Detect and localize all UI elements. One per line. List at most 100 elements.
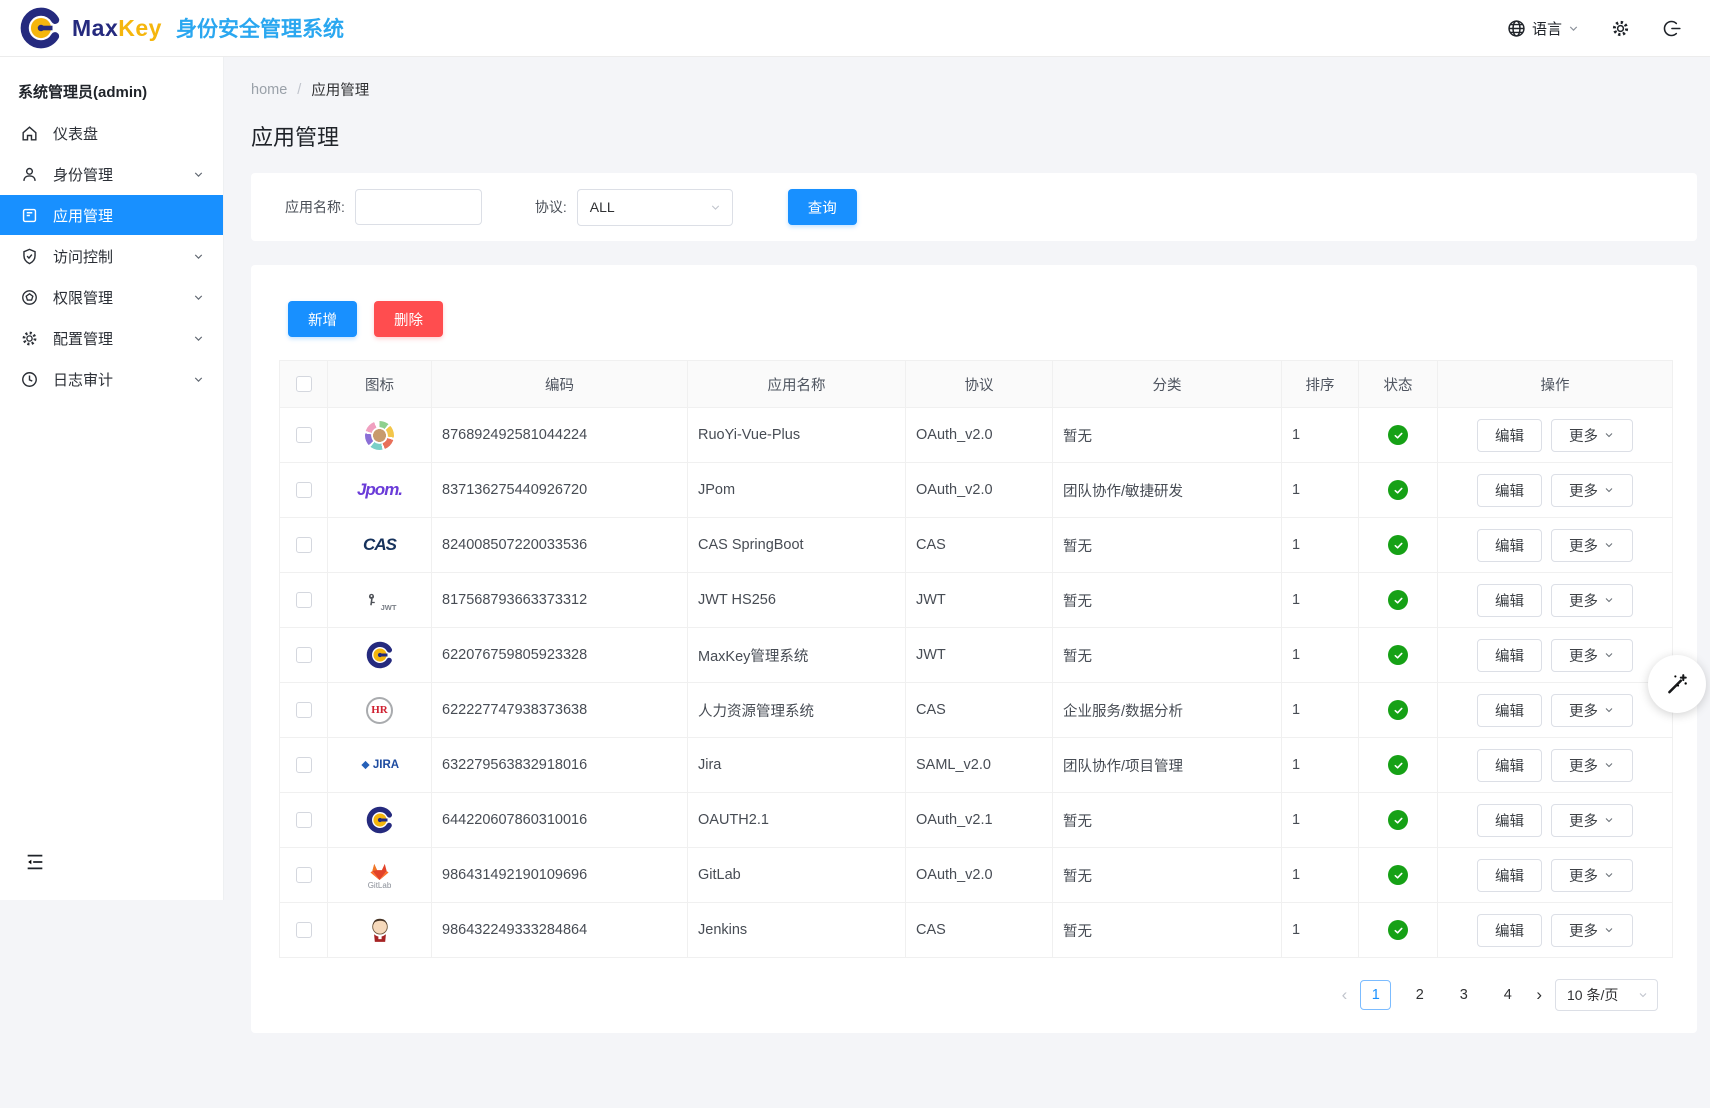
sidebar-item-apps[interactable]: 应用管理 — [0, 195, 223, 235]
app-name-input[interactable] — [355, 189, 482, 225]
edit-button[interactable]: 编辑 — [1477, 419, 1542, 452]
column-header: 状态 — [1359, 361, 1438, 408]
user-icon — [20, 165, 39, 184]
clock-icon — [20, 370, 39, 389]
app-header: MaxKey 身份安全管理系统 语言 — [0, 0, 1710, 57]
more-button[interactable]: 更多 — [1551, 529, 1633, 562]
settings-gear-icon[interactable] — [1610, 18, 1631, 39]
row-checkbox[interactable] — [296, 647, 312, 663]
more-button[interactable]: 更多 — [1551, 639, 1633, 672]
edit-button[interactable]: 编辑 — [1477, 474, 1542, 507]
row-checkbox[interactable] — [296, 592, 312, 608]
header-actions: 语言 — [1506, 18, 1682, 39]
app-name-label: 应用名称: — [285, 197, 345, 217]
row-checkbox[interactable] — [296, 427, 312, 443]
edit-button[interactable]: 编辑 — [1477, 749, 1542, 782]
row-checkbox[interactable] — [296, 702, 312, 718]
column-header: 操作 — [1438, 361, 1673, 408]
more-button[interactable]: 更多 — [1551, 914, 1633, 947]
more-button[interactable]: 更多 — [1551, 584, 1633, 617]
jwt-key-logo-icon: JWT — [363, 588, 397, 612]
app-protocol: JWT — [906, 628, 1053, 683]
chevron-down-icon — [192, 373, 205, 386]
more-button[interactable]: 更多 — [1551, 859, 1633, 892]
status-enabled-badge — [1388, 920, 1408, 940]
app-name: CAS SpringBoot — [688, 518, 906, 573]
next-page-button[interactable]: › — [1536, 985, 1542, 1005]
app-sort: 1 — [1282, 683, 1359, 738]
pagination: ‹ 1234 › 10 条/页 — [279, 979, 1658, 1011]
status-enabled-badge — [1388, 645, 1408, 665]
magic-wand-button[interactable] — [1648, 655, 1706, 713]
table-row: Jpom.837136275440926720JPomOAuth_v2.0团队协… — [280, 463, 1673, 518]
applications-table: 图标编码应用名称协议分类排序状态操作 876892492581044224Ruo… — [279, 360, 1673, 958]
language-switch[interactable]: 语言 — [1506, 18, 1580, 39]
app-icon — [20, 206, 39, 225]
edit-button[interactable]: 编辑 — [1477, 804, 1542, 837]
sidebar-item-access[interactable]: 访问控制 — [0, 236, 223, 276]
edit-button[interactable]: 编辑 — [1477, 529, 1542, 562]
breadcrumb: home / 应用管理 — [251, 79, 1697, 100]
add-button[interactable]: 新增 — [288, 301, 357, 337]
more-button[interactable]: 更多 — [1551, 419, 1633, 452]
edit-button[interactable]: 编辑 — [1477, 914, 1542, 947]
status-enabled-badge — [1388, 865, 1408, 885]
sidebar-item-identity[interactable]: 身份管理 — [0, 154, 223, 194]
filter-card: 应用名称: 协议: ALL 查询 — [251, 173, 1697, 241]
app-category: 暂无 — [1053, 518, 1282, 573]
edit-button[interactable]: 编辑 — [1477, 859, 1542, 892]
page-number-button[interactable]: 2 — [1404, 980, 1435, 1010]
page-number-button[interactable]: 4 — [1492, 980, 1523, 1010]
protocol-select[interactable]: ALL — [577, 189, 733, 226]
sidebar-item-config[interactable]: 配置管理 — [0, 318, 223, 358]
status-enabled-badge — [1388, 425, 1408, 445]
select-all-header — [280, 361, 328, 408]
row-checkbox[interactable] — [296, 757, 312, 773]
chevron-down-icon — [709, 201, 722, 214]
more-button[interactable]: 更多 — [1551, 694, 1633, 727]
more-button[interactable]: 更多 — [1551, 474, 1633, 507]
page-number-button[interactable]: 3 — [1448, 980, 1479, 1010]
chevron-down-icon — [1603, 869, 1615, 881]
column-header: 应用名称 — [688, 361, 906, 408]
more-button[interactable]: 更多 — [1551, 749, 1633, 782]
page-size-select[interactable]: 10 条/页 — [1555, 979, 1658, 1011]
shield-icon — [20, 247, 39, 266]
sidebar-item-dashboard[interactable]: 仪表盘 — [0, 113, 223, 153]
app-sort: 1 — [1282, 408, 1359, 463]
select-all-checkbox[interactable] — [296, 376, 312, 392]
row-checkbox[interactable] — [296, 922, 312, 938]
app-protocol: CAS — [906, 683, 1053, 738]
row-checkbox[interactable] — [296, 812, 312, 828]
chevron-down-icon — [1603, 704, 1615, 716]
page-number-button[interactable]: 1 — [1360, 980, 1391, 1010]
chevron-down-icon — [1567, 22, 1580, 35]
sidebar-item-audit[interactable]: 日志审计 — [0, 359, 223, 399]
chevron-down-icon — [1603, 814, 1615, 826]
app-code: 824008507220033536 — [432, 518, 688, 573]
sidebar-item-label: 日志审计 — [53, 369, 113, 390]
collapse-sidebar-button[interactable] — [24, 851, 46, 873]
edit-button[interactable]: 编辑 — [1477, 694, 1542, 727]
logout-icon[interactable] — [1661, 18, 1682, 39]
chevron-down-icon — [1603, 539, 1615, 551]
row-checkbox[interactable] — [296, 482, 312, 498]
search-button[interactable]: 查询 — [788, 189, 857, 225]
globe-icon — [1506, 18, 1527, 39]
breadcrumb-separator: / — [297, 82, 301, 98]
table-row: 986432249333284864JenkinsCAS暂无1编辑更多 — [280, 903, 1673, 958]
app-protocol: JWT — [906, 573, 1053, 628]
sidebar-item-permission[interactable]: 权限管理 — [0, 277, 223, 317]
row-checkbox[interactable] — [296, 867, 312, 883]
chevron-down-icon — [1603, 429, 1615, 441]
breadcrumb-home[interactable]: home — [251, 82, 287, 98]
delete-button[interactable]: 删除 — [374, 301, 443, 337]
edit-button[interactable]: 编辑 — [1477, 639, 1542, 672]
chevron-down-icon — [1603, 594, 1615, 606]
row-checkbox[interactable] — [296, 537, 312, 553]
current-user-label: 系统管理员(admin) — [0, 57, 223, 112]
edit-button[interactable]: 编辑 — [1477, 584, 1542, 617]
more-button[interactable]: 更多 — [1551, 804, 1633, 837]
app-protocol: OAuth_v2.1 — [906, 793, 1053, 848]
prev-page-button[interactable]: ‹ — [1342, 985, 1348, 1005]
